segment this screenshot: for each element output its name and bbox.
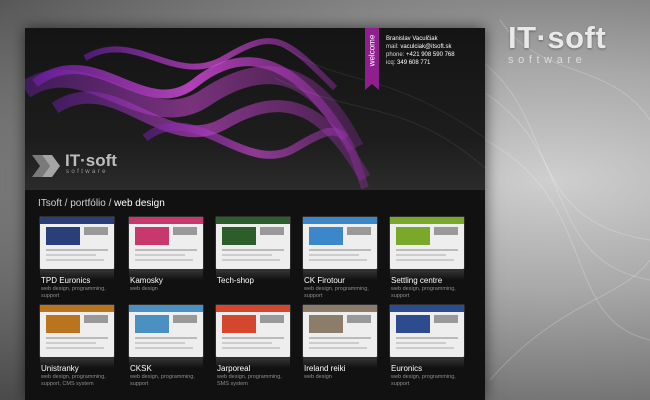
contact-info: Branislav Vaculčiak mail: vaculciak@itso…: [386, 35, 455, 67]
portfolio-title[interactable]: Settling centre: [389, 276, 465, 285]
portfolio-thumbnail[interactable]: [302, 216, 378, 270]
portfolio-item[interactable]: TPD Euronics web design, programming, sup…: [39, 216, 115, 299]
portfolio-description: web design: [130, 286, 158, 292]
contact-phone: +421 908 590 768: [406, 52, 455, 58]
portfolio-title[interactable]: Unistranky: [39, 364, 115, 373]
portfolio-thumbnail[interactable]: [302, 304, 378, 358]
brand-logo[interactable]: IT·soft software: [508, 22, 634, 72]
icq-label: icq:: [386, 60, 396, 66]
portfolio-title[interactable]: Kamosky: [128, 276, 204, 285]
main-panel: welcome Branislav Vaculčiak mail: vaculc…: [25, 28, 485, 400]
portfolio-title[interactable]: Tech-shop: [215, 276, 291, 285]
portfolio-title[interactable]: Jarporeal: [215, 364, 291, 373]
portfolio-item[interactable]: Unistranky web design, programming, suppo…: [39, 304, 115, 387]
breadcrumb: ITsoft / portfólio / web design: [38, 198, 165, 209]
portfolio-title[interactable]: CKSK: [128, 364, 204, 373]
portfolio-thumbnail[interactable]: [128, 304, 204, 358]
contact-icq: 349 608 771: [397, 60, 431, 66]
breadcrumb-separator: /: [61, 198, 71, 209]
portfolio-title[interactable]: Euronics: [389, 364, 465, 373]
portfolio-item[interactable]: Tech-shop: [215, 216, 291, 286]
portfolio-description: web design: [304, 374, 332, 380]
portfolio-thumbnail[interactable]: [128, 216, 204, 270]
portfolio-description: web design, programming, support, CMS sy…: [41, 374, 106, 387]
portfolio-thumbnail[interactable]: [39, 216, 115, 270]
contact-name: Branislav Vaculčiak: [386, 36, 438, 42]
portfolio-thumbnail[interactable]: [389, 304, 465, 358]
brand-name: IT·soft: [508, 20, 607, 55]
breadcrumb-current: web design: [114, 198, 165, 209]
chevron-logo-icon: [32, 155, 60, 177]
breadcrumb-separator: /: [105, 198, 115, 209]
portfolio-description: web design, programming, support: [304, 286, 369, 299]
hero-logo-name: IT·soft: [65, 151, 117, 170]
contact-mail-row: mail: vaculciak@itsoft.sk: [386, 43, 455, 51]
portfolio-item[interactable]: CK Firotour web design, programming, supp…: [302, 216, 378, 299]
portfolio-item[interactable]: Jarporeal web design, programming, SMS sy…: [215, 304, 291, 387]
portfolio-thumbnail[interactable]: [389, 216, 465, 270]
portfolio-description: web design, programming, SMS system: [217, 374, 282, 387]
breadcrumb-portfolio[interactable]: portfólio: [70, 198, 106, 209]
portfolio-thumbnail[interactable]: [215, 216, 291, 270]
contact-mail-link[interactable]: vaculciak@itsoft.sk: [400, 44, 451, 50]
contact-icq-row: icq: 349 608 771: [386, 59, 455, 67]
breadcrumb-itsoft[interactable]: ITsoft: [38, 198, 62, 209]
brand-tagline: software: [508, 54, 587, 66]
portfolio-item[interactable]: Kamosky web design: [128, 216, 204, 293]
hero-banner: welcome Branislav Vaculčiak mail: vaculc…: [25, 28, 485, 190]
portfolio-description: web design, programming, support: [391, 286, 456, 299]
phone-label: phone:: [386, 52, 405, 58]
mail-label: mail:: [386, 44, 399, 50]
welcome-ribbon-label: welcome: [367, 34, 377, 67]
portfolio-description: web design, programming, support: [391, 374, 456, 387]
hero-logo[interactable]: IT·soft software: [32, 150, 127, 184]
contact-phone-row: phone: +421 908 590 768: [386, 51, 455, 59]
portfolio-title[interactable]: TPD Euronics: [39, 276, 115, 285]
portfolio-title[interactable]: CK Firotour: [302, 276, 378, 285]
portfolio-item[interactable]: Ireland reiki web design: [302, 304, 378, 381]
hero-logo-tagline: software: [66, 169, 108, 175]
portfolio-item[interactable]: Euronics web design, programming, support: [389, 304, 465, 387]
portfolio-description: web design, programming, support: [41, 286, 106, 299]
portfolio-thumbnail[interactable]: [39, 304, 115, 358]
portfolio-title[interactable]: Ireland reiki: [302, 364, 378, 373]
portfolio-item[interactable]: CKSK web design, programming, support: [128, 304, 204, 387]
portfolio-thumbnail[interactable]: [215, 304, 291, 358]
welcome-ribbon: welcome: [365, 28, 379, 90]
portfolio-item[interactable]: Settling centre web design, programming, …: [389, 216, 465, 299]
portfolio-description: web design, programming, support: [130, 374, 195, 387]
